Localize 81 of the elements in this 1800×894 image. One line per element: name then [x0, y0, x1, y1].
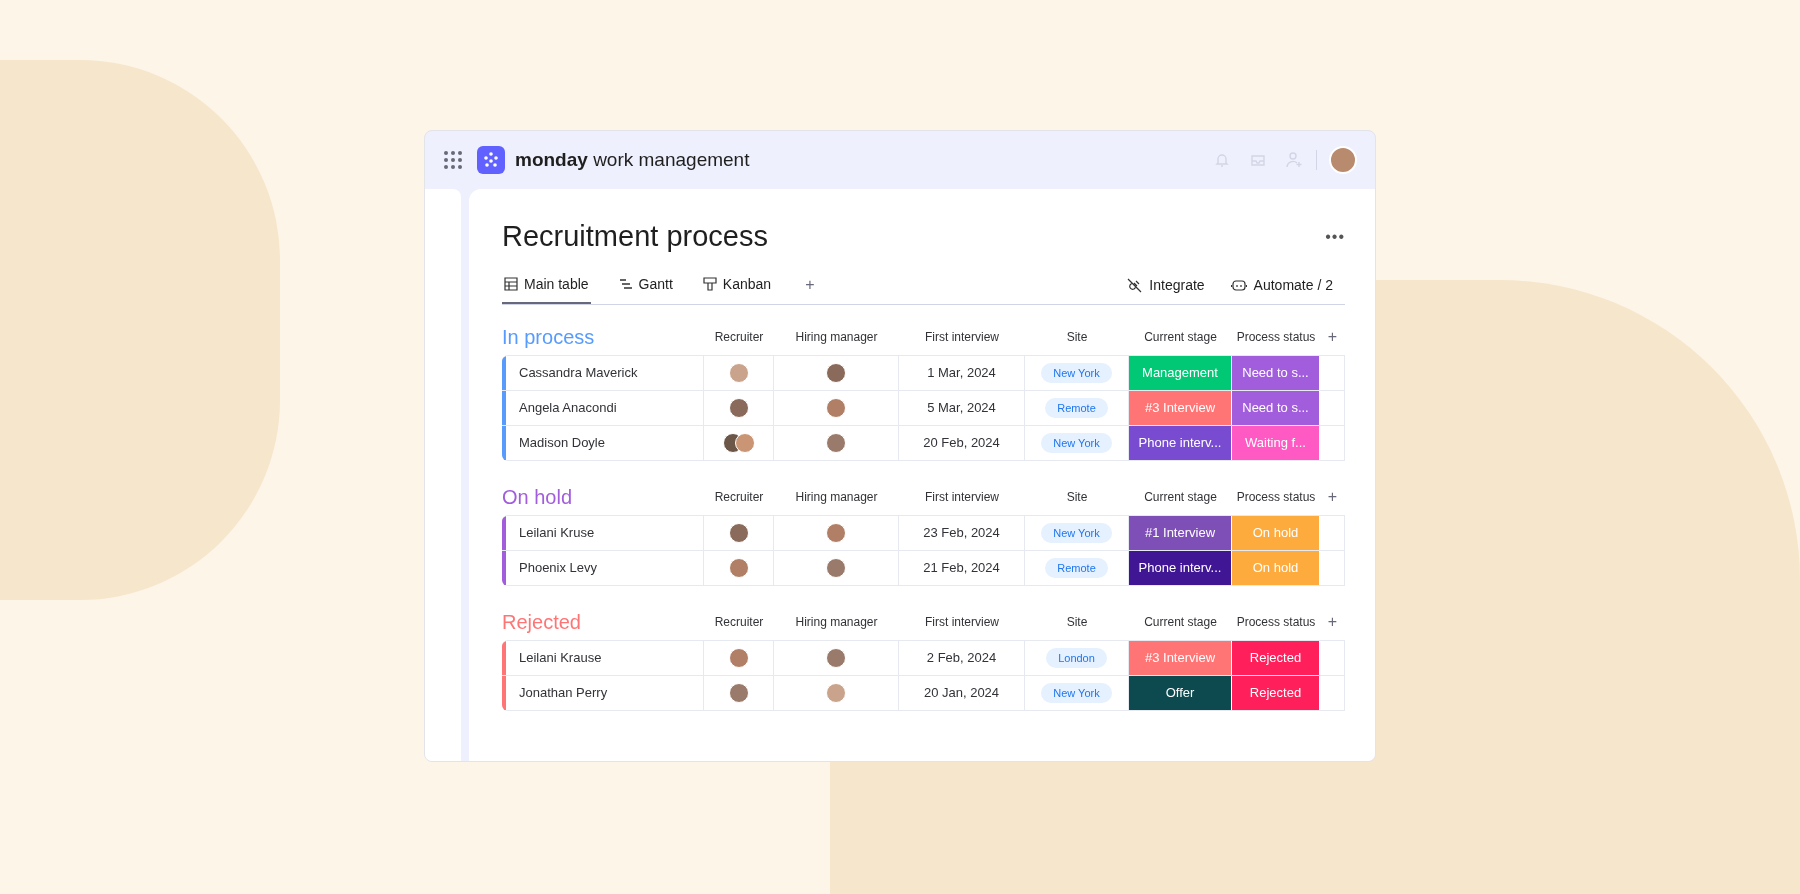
avatar [728, 523, 749, 543]
add-column-button[interactable]: + [1320, 485, 1345, 509]
column-header: First interview [924, 489, 1000, 506]
column-header: Process status [1235, 489, 1317, 506]
automate-button[interactable]: Automate / 2 [1230, 266, 1333, 304]
logo-icon [477, 146, 505, 174]
stage-status-cell[interactable]: Offer [1129, 676, 1232, 710]
add-column-button[interactable]: + [1320, 325, 1345, 349]
column-header: Process status [1235, 614, 1317, 631]
view-tab[interactable]: Main table [502, 266, 591, 304]
integrate-button[interactable]: Integrate [1127, 266, 1205, 304]
column-header: Site [1065, 489, 1089, 506]
table-icon [504, 277, 518, 291]
column-header: Current stage [1143, 489, 1218, 506]
column-header: Process status [1235, 329, 1317, 346]
date-cell[interactable]: 20 Jan, 2024 [899, 676, 1025, 710]
date-cell[interactable]: 20 Feb, 2024 [899, 426, 1025, 460]
column-header: Hiring manager [794, 614, 879, 631]
avatar [728, 398, 749, 418]
avatar [826, 363, 846, 383]
process-status-cell[interactable]: Rejected [1232, 676, 1320, 710]
item-name-cell[interactable]: Phoenix Levy [502, 551, 704, 585]
date-cell[interactable]: 2 Feb, 2024 [899, 641, 1025, 675]
add-column-button[interactable]: + [1320, 610, 1345, 634]
site-tag[interactable]: New York [1041, 433, 1112, 453]
column-header: Current stage [1143, 614, 1218, 631]
item-name-cell[interactable]: Leilani Krause [502, 641, 704, 675]
add-view-button[interactable]: + [799, 266, 821, 304]
avatar [826, 558, 846, 578]
stage-status-cell[interactable]: #1 Interview [1129, 516, 1232, 550]
avatar [728, 558, 749, 578]
avatar [826, 523, 846, 543]
item-name-cell[interactable]: Madison Doyle [502, 426, 704, 460]
column-header: Site [1065, 614, 1089, 631]
column-header: Hiring manager [794, 329, 879, 346]
avatar [728, 363, 749, 383]
view-tab[interactable]: Kanban [700, 266, 774, 304]
column-header: Recruiter [713, 614, 765, 631]
process-status-cell[interactable]: Need to s... [1232, 356, 1320, 390]
column-header: Hiring manager [794, 489, 879, 506]
plug-icon [1127, 277, 1143, 293]
date-cell[interactable]: 1 Mar, 2024 [899, 356, 1025, 390]
site-tag[interactable]: New York [1041, 363, 1112, 383]
column-header: Recruiter [713, 329, 765, 346]
column-header: Recruiter [713, 489, 765, 506]
gantt-icon [618, 277, 633, 291]
app-name: monday work management [515, 147, 750, 172]
site-tag[interactable]: Remote [1045, 398, 1108, 418]
apps-grid-icon[interactable] [443, 150, 463, 170]
avatar [826, 398, 846, 418]
site-tag[interactable]: New York [1041, 683, 1112, 703]
column-header: First interview [924, 614, 1000, 631]
site-tag[interactable]: London [1046, 648, 1107, 668]
column-header: First interview [924, 329, 1000, 346]
item-name-cell[interactable]: Angela Anacondi [502, 391, 704, 425]
board-title: Recruitment process [502, 219, 768, 255]
date-cell[interactable]: 21 Feb, 2024 [899, 551, 1025, 585]
avatar [826, 648, 846, 668]
column-header: Current stage [1143, 329, 1218, 346]
avatar [826, 433, 846, 453]
user-avatar[interactable] [1329, 146, 1357, 174]
site-tag[interactable]: Remote [1045, 558, 1108, 578]
group-title[interactable]: On hold [502, 482, 704, 512]
item-name-cell[interactable]: Cassandra Maverick [502, 356, 704, 390]
column-header: Site [1065, 329, 1089, 346]
avatar [826, 683, 846, 703]
item-name-cell[interactable]: Leilani Kruse [502, 516, 704, 550]
stage-status-cell[interactable]: Phone interv... [1129, 426, 1232, 460]
stage-status-cell[interactable]: Phone interv... [1129, 551, 1232, 585]
robot-icon [1230, 278, 1247, 292]
more-options-button[interactable]: ••• [1325, 225, 1345, 249]
site-tag[interactable]: New York [1041, 523, 1112, 543]
view-tab[interactable]: Gantt [616, 266, 675, 304]
date-cell[interactable]: 5 Mar, 2024 [899, 391, 1025, 425]
avatar [728, 683, 749, 703]
process-status-cell[interactable]: Need to s... [1232, 391, 1320, 425]
item-name-cell[interactable]: Jonathan Perry [502, 676, 704, 710]
kanban-icon [702, 277, 717, 291]
process-status-cell[interactable]: Rejected [1232, 641, 1320, 675]
date-cell[interactable]: 23 Feb, 2024 [899, 516, 1025, 550]
avatar [728, 648, 749, 668]
